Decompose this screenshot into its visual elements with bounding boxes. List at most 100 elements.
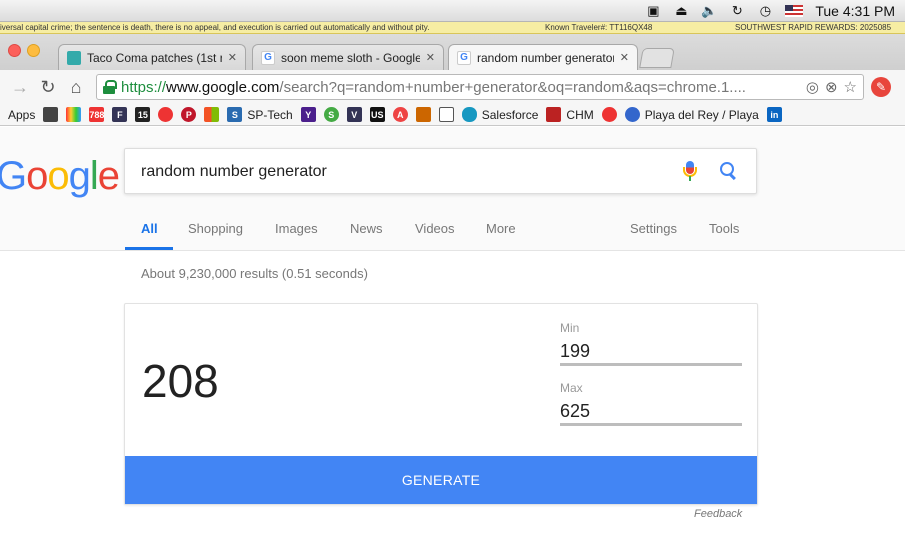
menu-bar-status-icons: ▣ ⏏ 🔈 ↻ ◷ Tue 4:31 PM: [645, 0, 905, 22]
tab-settings[interactable]: Settings: [630, 221, 677, 236]
red-a-icon: A: [392, 107, 408, 122]
tab-images[interactable]: Images: [275, 221, 318, 236]
bookmark-salesforce[interactable]: Salesforce: [461, 107, 538, 122]
tab-tools[interactable]: Tools: [709, 221, 739, 236]
playa-globe-icon: [624, 107, 640, 122]
orange-emblem-icon: [415, 107, 431, 122]
home-icon[interactable]: ⌂: [66, 77, 86, 97]
bookmark-colorbars[interactable]: [66, 107, 82, 122]
bookmark-windows[interactable]: [204, 107, 220, 122]
tab-soon-meme-sloth[interactable]: G soon meme sloth - Google ✕: [252, 44, 444, 70]
max-input[interactable]: [560, 400, 742, 426]
bookmark-v[interactable]: V: [346, 107, 362, 122]
bookmark-camera[interactable]: [438, 107, 454, 122]
tab-favicon-icon: [67, 50, 81, 65]
letter-f-icon: F: [112, 107, 128, 122]
bookmark-orange[interactable]: [415, 107, 431, 122]
screen-record-icon[interactable]: ▣: [645, 3, 661, 18]
tab-title: Taco Coma patches (1st ru: [87, 50, 222, 65]
google-logo[interactable]: Google: [0, 154, 120, 199]
bookmark-f[interactable]: F: [112, 107, 128, 122]
tab-random-number-generator[interactable]: G random number generator ✕: [448, 44, 638, 70]
tab-close-icon[interactable]: ✕: [426, 51, 435, 64]
reload-icon[interactable]: ↻: [38, 77, 58, 97]
result-stats: About 9,230,000 results (0.51 seconds): [141, 266, 368, 281]
bookmark-heart[interactable]: [601, 107, 617, 122]
windows-icon: [204, 107, 220, 122]
tab-close-icon[interactable]: ✕: [620, 51, 629, 64]
minimize-window-button[interactable]: [27, 44, 40, 57]
bookmark-788[interactable]: 788: [89, 107, 104, 122]
bookmark-pinterest[interactable]: P: [181, 107, 197, 122]
bookmark-red-a[interactable]: A: [392, 107, 408, 122]
close-window-button[interactable]: [8, 44, 21, 57]
address-bar-icons: ◎ ⊗ ☆: [806, 78, 863, 96]
time-machine-icon[interactable]: ◷: [757, 3, 773, 18]
eject-icon[interactable]: ⏏: [673, 3, 689, 18]
search-header: Google random number generator All Shopp…: [0, 127, 905, 251]
tab-news[interactable]: News: [350, 221, 383, 236]
volume-icon[interactable]: 🔈: [701, 3, 717, 18]
green-s-icon: S: [323, 107, 339, 122]
bookmark-star-icon[interactable]: ☆: [844, 78, 857, 96]
tab-all[interactable]: All: [141, 221, 158, 236]
tab-more[interactable]: More: [486, 221, 516, 236]
feedback-link[interactable]: Feedback: [694, 508, 742, 520]
bookmark-linkedin[interactable]: in: [766, 107, 782, 122]
bookmark-yahoo[interactable]: Y: [300, 107, 316, 122]
tab-videos[interactable]: Videos: [415, 221, 455, 236]
ticker-text-left: iversal capital crime; the sentence is d…: [0, 23, 430, 32]
max-label: Max: [560, 381, 583, 395]
letter-v-icon: V: [346, 107, 362, 122]
google-favicon-icon: G: [457, 50, 471, 65]
tab-title: random number generator: [477, 50, 614, 65]
bookmark-apps[interactable]: Apps: [8, 108, 35, 122]
bookmark-usa[interactable]: US: [369, 107, 385, 122]
tab-close-icon[interactable]: ✕: [228, 51, 237, 64]
menu-bar: ▣ ⏏ 🔈 ↻ ◷ Tue 4:31 PM: [0, 0, 905, 22]
salesforce-cloud-icon: [461, 107, 477, 122]
search-icon[interactable]: [720, 162, 738, 180]
yahoo-icon: Y: [300, 107, 316, 122]
location-target-icon[interactable]: ◎: [806, 78, 819, 96]
bookmark-chm[interactable]: CHM: [546, 107, 594, 122]
bookmark-label: Playa del Rey / Playa: [644, 107, 759, 122]
browser-toolbar: → ↻ ⌂ https://www.google.com/search?q=ra…: [0, 70, 905, 104]
heart-icon: [601, 107, 617, 122]
input-source-flag-icon[interactable]: [785, 5, 804, 17]
menu-bar-clock[interactable]: Tue 4:31 PM: [815, 3, 895, 19]
bookmarks-bar: Apps 788 F 15 P S SP-Tech Y S V US A Sal…: [0, 104, 905, 126]
bookmark-playa-del-rey[interactable]: Playa del Rey / Playa: [624, 107, 759, 122]
bookmark-green-s[interactable]: S: [323, 107, 339, 122]
tab-shopping[interactable]: Shopping: [188, 221, 243, 236]
new-tab-button[interactable]: [639, 48, 675, 68]
address-bar[interactable]: https://www.google.com/search?q=random+n…: [96, 74, 864, 100]
back-arrow-icon[interactable]: →: [10, 77, 30, 97]
search-box[interactable]: random number generator: [124, 148, 757, 194]
sharepoint-icon: S: [227, 107, 243, 122]
badge-15-icon: 15: [135, 107, 151, 122]
extension-blocked-icon[interactable]: ⊗: [825, 78, 838, 96]
address-url[interactable]: https://www.google.com/search?q=random+n…: [121, 79, 806, 96]
tab-taco-coma[interactable]: Taco Coma patches (1st ru ✕: [58, 44, 246, 70]
tab-strip: Taco Coma patches (1st ru ✕ G soon meme …: [0, 34, 905, 70]
microphone-icon[interactable]: [681, 161, 699, 183]
ticker-text-mid: Known Traveler#: TT116QX48: [545, 23, 653, 32]
bookmark-briefcase[interactable]: [43, 107, 59, 122]
bookmark-southwest[interactable]: [158, 107, 174, 122]
secure-lock-icon: [103, 80, 117, 94]
min-label: Min: [560, 321, 580, 335]
url-scheme: https://: [121, 78, 167, 96]
generate-button[interactable]: GENERATE: [125, 456, 757, 504]
bookmark-15[interactable]: 15: [135, 107, 151, 122]
ticker-bar: iversal capital crime; the sentence is d…: [0, 22, 905, 34]
search-input[interactable]: random number generator: [141, 163, 327, 181]
sync-icon[interactable]: ↻: [729, 3, 745, 18]
heart-icon: [158, 107, 174, 122]
random-number-generator-card: 208 Min Max GENERATE: [124, 303, 758, 505]
chm-tree-icon: [546, 107, 562, 122]
bookmark-sp-tech[interactable]: S SP-Tech: [227, 107, 293, 122]
min-input[interactable]: [560, 340, 742, 366]
url-path: /search?q=random+number+generator&oq=ran…: [279, 78, 746, 96]
extension-red-icon[interactable]: ✎: [871, 77, 891, 97]
